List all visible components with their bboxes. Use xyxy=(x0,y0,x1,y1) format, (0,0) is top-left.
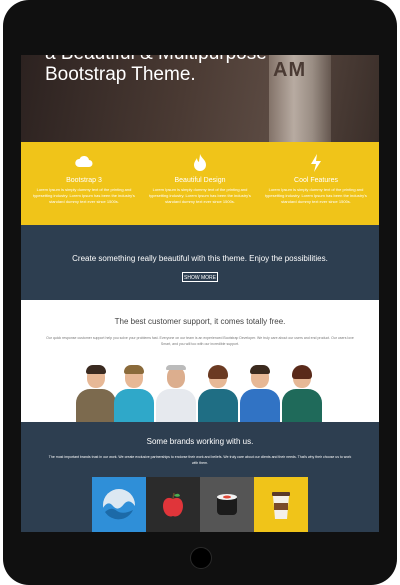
feature-text: Lorem Ipsum is simply dummy text of the … xyxy=(265,187,367,204)
team-member xyxy=(240,365,280,422)
support-description: Our quick response customer support help… xyxy=(46,336,354,346)
sushi-icon xyxy=(217,493,237,515)
brand-logo-wave[interactable] xyxy=(92,477,146,532)
feature-design: Beautiful Design Lorem Ipsum is simply d… xyxy=(145,154,255,205)
brands-section: Some brands working with us. The most im… xyxy=(21,422,379,532)
tablet-frame: AM a Beautiful & Multipurpose Bootstrap … xyxy=(0,0,400,585)
team-member xyxy=(156,365,196,422)
flame-icon xyxy=(145,154,255,172)
hero-title: a Beautiful & Multipurpose Bootstrap The… xyxy=(45,55,267,85)
support-section: The best customer support, it comes tota… xyxy=(21,300,379,422)
brand-logo-coffee[interactable] xyxy=(254,477,308,532)
show-more-button[interactable]: SHOW MORE xyxy=(182,272,218,282)
cta-section: Create something really beautiful with t… xyxy=(21,225,379,300)
feature-bootstrap: Bootstrap 3 Lorem Ipsum is simply dummy … xyxy=(29,154,139,205)
feature-text: Lorem Ipsum is simply dummy text of the … xyxy=(33,187,135,204)
brand-logo-sushi[interactable] xyxy=(200,477,254,532)
feature-title: Bootstrap 3 xyxy=(66,177,102,184)
team-member xyxy=(282,365,322,422)
wave-icon xyxy=(103,488,136,522)
brands-description: The most important brands trust in our w… xyxy=(48,455,352,465)
brand-logo-apple[interactable] xyxy=(146,477,200,532)
team-photo xyxy=(76,363,326,422)
coffee-cup-icon xyxy=(272,491,290,519)
cloud-icon xyxy=(29,154,139,172)
home-button[interactable] xyxy=(190,547,212,569)
cta-text: Create something really beautiful with t… xyxy=(72,254,328,263)
bolt-icon xyxy=(261,154,371,172)
feature-text: Lorem Ipsum is simply dummy text of the … xyxy=(149,187,251,204)
features-section: Bootstrap 3 Lorem Ipsum is simply dummy … xyxy=(21,142,379,225)
apple-icon xyxy=(163,492,183,516)
feature-cool: Cool Features Lorem Ipsum is simply dumm… xyxy=(261,154,371,205)
hero-section: AM a Beautiful & Multipurpose Bootstrap … xyxy=(21,55,379,142)
feature-title: Cool Features xyxy=(294,177,338,184)
team-member xyxy=(198,365,238,422)
team-member xyxy=(114,365,154,422)
brands-title: Some brands working with us. xyxy=(146,437,254,446)
feature-title: Beautiful Design xyxy=(174,177,226,184)
team-member xyxy=(76,365,116,422)
tablet-screen: AM a Beautiful & Multipurpose Bootstrap … xyxy=(21,55,379,532)
support-title: The best customer support, it comes tota… xyxy=(114,317,286,326)
hero-cup-lettering: AM xyxy=(273,59,307,81)
